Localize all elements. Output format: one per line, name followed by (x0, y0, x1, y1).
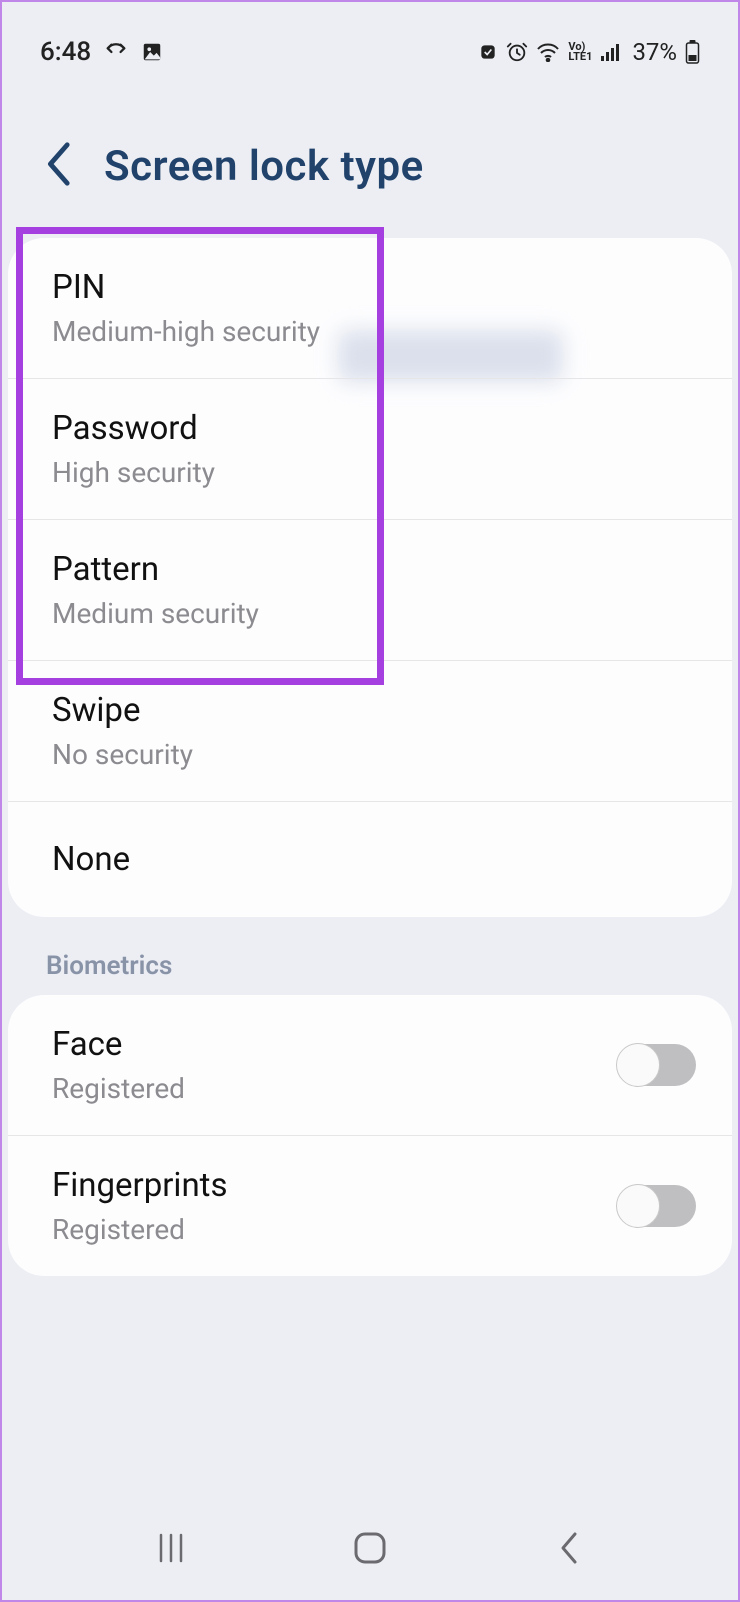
biometric-sub: Registered (52, 1072, 185, 1105)
page-title: Screen lock type (104, 142, 424, 191)
lock-option-sub: No security (52, 738, 688, 771)
volte-icon: Vo)LTE1 (568, 42, 592, 62)
lock-option-title: Swipe (52, 691, 688, 730)
biometric-face[interactable]: Face Registered (8, 995, 732, 1136)
alarm-icon (506, 41, 528, 63)
status-time: 6:48 (40, 37, 91, 67)
lock-option-title: Pattern (52, 550, 688, 589)
lock-option-password[interactable]: Password High security (8, 379, 732, 520)
nav-recents-icon[interactable] (141, 1524, 201, 1572)
biometric-fingerprints[interactable]: Fingerprints Registered (8, 1136, 732, 1276)
biometrics-card: Face Registered Fingerprints Registered (8, 995, 732, 1276)
lock-option-title: Password (52, 409, 688, 448)
biometric-title: Fingerprints (52, 1166, 228, 1205)
nav-back-icon[interactable] (539, 1524, 599, 1572)
lock-option-sub: High security (52, 456, 688, 489)
signal-icon (600, 42, 622, 62)
lock-option-title: None (52, 840, 688, 879)
wifi-icon (536, 42, 560, 62)
recycle-icon (478, 42, 498, 62)
status-bar: 6:48 (2, 2, 738, 72)
lock-option-sub: Medium-high security (52, 315, 688, 348)
lock-option-pin[interactable]: PIN Medium-high security (8, 238, 732, 379)
navigation-bar (2, 1524, 738, 1572)
picture-icon (141, 41, 163, 63)
lock-option-sub: Medium security (52, 597, 688, 630)
page-header: Screen lock type (2, 72, 738, 238)
missed-call-icon (105, 41, 127, 63)
biometric-sub: Registered (52, 1213, 228, 1246)
back-icon[interactable] (44, 140, 76, 192)
nav-home-icon[interactable] (340, 1524, 400, 1572)
lock-option-none[interactable]: None (8, 802, 732, 917)
biometric-title: Face (52, 1025, 185, 1064)
lock-option-swipe[interactable]: Swipe No security (8, 661, 732, 802)
section-label-biometrics: Biometrics (2, 917, 738, 995)
battery-icon (685, 40, 700, 64)
lock-option-title: PIN (52, 268, 688, 307)
toggle-fingerprints[interactable] (618, 1185, 696, 1227)
battery-percent: 37% (632, 38, 677, 66)
lock-types-card: PIN Medium-high security Password High s… (8, 238, 732, 917)
toggle-face[interactable] (618, 1044, 696, 1086)
lock-option-pattern[interactable]: Pattern Medium security (8, 520, 732, 661)
